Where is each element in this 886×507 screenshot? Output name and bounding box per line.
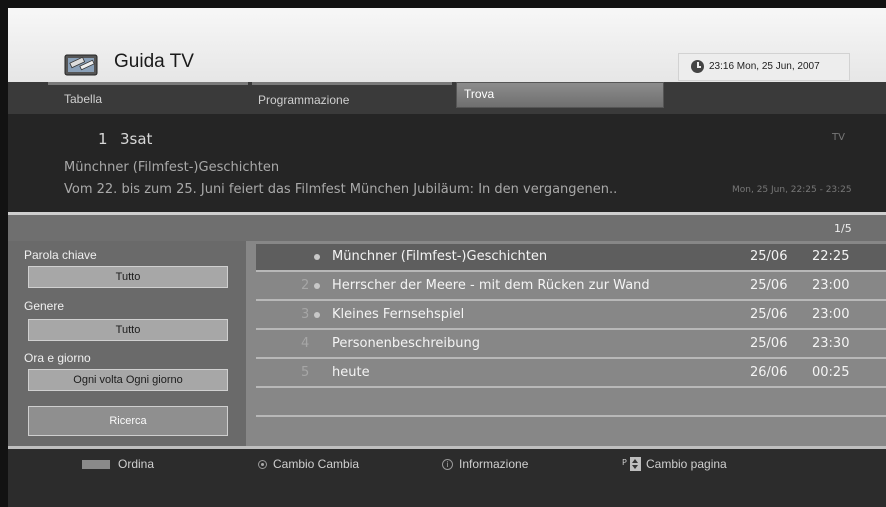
- result-time: 22:25: [812, 249, 850, 264]
- search-filter-panel: Parola chiave Tutto Genere Tutto Ora e g…: [8, 241, 246, 446]
- tv-remote-icon: [64, 54, 98, 76]
- result-date: 25/06: [750, 249, 788, 264]
- footer-informazione[interactable]: Informazione: [459, 457, 528, 471]
- empty-row: [256, 389, 886, 417]
- genre-value: Tutto: [115, 324, 141, 336]
- color-key-icon: [82, 460, 110, 469]
- result-date: 25/06: [750, 278, 788, 293]
- result-title: Personenbeschreibung: [332, 336, 480, 351]
- footer-bar: Ordina Cambio Cambia i Informazione P Ca…: [8, 446, 886, 507]
- info-icon: i: [442, 459, 453, 470]
- tab-trova-label: Trova: [464, 87, 495, 101]
- channel-type: TV: [832, 132, 845, 143]
- time-value: Ogni volta Ogni giorno: [73, 374, 183, 386]
- ok-button-icon: [258, 460, 267, 469]
- result-date: 25/06: [750, 307, 788, 322]
- tab-underline: [252, 82, 452, 85]
- result-row[interactable]: 2 Herrscher der Meere - mit dem Rücken z…: [256, 273, 886, 301]
- results-list: Münchner (Filmfest-)Geschichten 25/06 22…: [246, 241, 886, 446]
- result-row[interactable]: 3 Kleines Fernsehspiel 25/06 23:00: [256, 302, 886, 330]
- keyword-value: Tutto: [115, 271, 141, 283]
- clock-text: 23:16 Mon, 25 Jun, 2007: [709, 61, 820, 72]
- program-title: Münchner (Filmfest-)Geschichten: [64, 160, 280, 175]
- keyword-field[interactable]: Tutto: [28, 266, 228, 288]
- empty-row: [256, 418, 886, 442]
- result-number: 4: [301, 336, 310, 351]
- channel-number: 1: [98, 130, 108, 148]
- p-key-label: P: [622, 458, 627, 467]
- program-description: Vom 22. bis zum 25. Juni feiert das Film…: [64, 182, 618, 197]
- footer-ordina[interactable]: Ordina: [118, 457, 154, 471]
- header-bar: Guida TV 23:16 Mon, 25 Jun, 2007: [8, 8, 886, 83]
- program-info-panel: 1 3sat TV Münchner (Filmfest-)Geschichte…: [8, 114, 886, 212]
- time-field[interactable]: Ogni volta Ogni giorno: [28, 369, 228, 391]
- tab-underline: [48, 82, 248, 85]
- program-time: Mon, 25 Jun, 22:25 - 23:25: [732, 185, 852, 195]
- result-title: Herrscher der Meere - mit dem Rücken zur…: [332, 278, 650, 293]
- clock-icon: [691, 60, 704, 73]
- result-date: 25/06: [750, 336, 788, 351]
- page-up-down-icon: [630, 457, 641, 471]
- page-bar: 1/5: [8, 215, 886, 241]
- tv-guide-screen: Guida TV 23:16 Mon, 25 Jun, 2007 Tabella…: [0, 0, 886, 507]
- result-title: Kleines Fernsehspiel: [332, 307, 465, 322]
- bullet-icon: [314, 312, 320, 318]
- bullet-icon: [314, 254, 320, 260]
- keyword-label: Parola chiave: [24, 248, 97, 262]
- search-button-label: Ricerca: [109, 415, 147, 427]
- result-time: 23:00: [812, 278, 850, 293]
- footer-cambio[interactable]: Cambio Cambia: [273, 457, 359, 471]
- genre-field[interactable]: Tutto: [28, 319, 228, 341]
- genre-label: Genere: [24, 299, 65, 313]
- result-title: Münchner (Filmfest-)Geschichten: [332, 249, 548, 264]
- result-row[interactable]: 4 Personenbeschreibung 25/06 23:30: [256, 331, 886, 359]
- channel-name: 3sat: [120, 130, 153, 148]
- result-time: 23:30: [812, 336, 850, 351]
- result-title: heute: [332, 365, 370, 380]
- page-title: Guida TV: [114, 51, 194, 72]
- tab-bar: Tabella Programmazione Trova: [8, 82, 886, 114]
- search-button[interactable]: Ricerca: [28, 406, 228, 436]
- footer-cambio-pagina[interactable]: Cambio pagina: [646, 457, 727, 471]
- tab-trova[interactable]: Trova: [456, 82, 664, 108]
- tab-tabella[interactable]: Tabella: [64, 92, 102, 106]
- page-indicator: 1/5: [834, 222, 852, 235]
- result-number: 5: [301, 365, 310, 380]
- clock-display: 23:16 Mon, 25 Jun, 2007: [678, 53, 850, 81]
- result-row[interactable]: Münchner (Filmfest-)Geschichten 25/06 22…: [256, 244, 886, 272]
- result-date: 26/06: [750, 365, 788, 380]
- time-label: Ora e giorno: [24, 351, 91, 365]
- result-number: 3: [301, 307, 310, 322]
- result-time: 23:00: [812, 307, 850, 322]
- result-row[interactable]: 5 heute 26/06 00:25: [256, 360, 886, 388]
- result-number: 2: [301, 278, 310, 293]
- tab-programmazione[interactable]: Programmazione: [258, 93, 349, 107]
- result-time: 00:25: [812, 365, 850, 380]
- bullet-icon: [314, 283, 320, 289]
